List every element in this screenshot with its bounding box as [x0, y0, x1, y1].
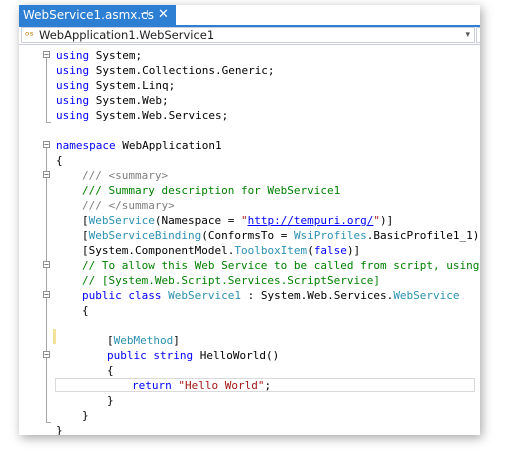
code-line: [WebServiceBinding(ConformsTo = WsiProfi… [82, 229, 480, 242]
code-line: using System.Linq; [56, 79, 176, 92]
code-editor-window: WebService1.asmx.cs ⊣ ✕ ᵒˢ WebApplication… [19, 5, 480, 435]
code-line: − namespace WebApplication1 [43, 139, 222, 152]
code-line: [WebService(Namespace = "http://tempuri.… [82, 214, 394, 227]
namespace-url-link[interactable]: http://tempuri.org/ [248, 214, 374, 227]
code-line: } [56, 424, 63, 435]
code-line: − using System; [43, 49, 143, 62]
tab-webservice1-asmx-cs[interactable]: WebService1.asmx.cs ⊣ ✕ [19, 5, 176, 25]
code-line: using System.Web; [56, 94, 169, 107]
code-line: [WebMethod] [107, 334, 180, 347]
code-line: } [82, 409, 89, 422]
code-line: { [82, 304, 89, 317]
code-line: − // To allow this Web Service to be cal… [43, 259, 480, 272]
tab-title: WebService1.asmx.cs [23, 8, 155, 22]
code-line: /// </summary> [82, 199, 175, 212]
member-dropdown[interactable] [476, 27, 480, 43]
code-line: using System.Web.Services; [56, 109, 229, 122]
collapse-icon[interactable]: − [43, 291, 50, 299]
code-area[interactable]: − using System; using System.Collections… [19, 45, 480, 435]
collapse-icon[interactable]: − [43, 261, 50, 269]
type-dropdown[interactable]: ᵒˢ WebApplication1.WebService1 ▾ [21, 27, 475, 43]
code-line: using System.Collections.Generic; [56, 64, 275, 77]
code-line: [System.ComponentModel.ToolboxItem(false… [82, 244, 361, 257]
navigation-bar: ᵒˢ WebApplication1.WebService1 ▾ [19, 27, 480, 45]
code-line: } [107, 394, 114, 407]
class-icon: ᵒˢ [25, 29, 34, 42]
code-line: // [System.Web.Script.Services.ScriptSer… [82, 274, 381, 287]
code-line: { [56, 154, 63, 167]
collapse-icon[interactable]: − [43, 351, 50, 359]
close-icon[interactable]: ✕ [158, 5, 169, 25]
code-line: − /// <summary> [43, 169, 169, 182]
pin-icon[interactable]: ⊣ [140, 5, 149, 25]
code-line: − public class WebService1 : System.Web.… [43, 289, 460, 302]
code-line: /// Summary description for WebService1 [82, 184, 341, 197]
collapse-icon[interactable]: − [43, 141, 50, 149]
document-tab-bar: WebService1.asmx.cs ⊣ ✕ [19, 5, 480, 27]
collapse-icon[interactable]: − [43, 171, 50, 179]
chevron-down-icon: ▾ [465, 30, 470, 40]
code-line-current: return "Hello World"; [19, 378, 480, 393]
code-line: − public string HelloWorld() [43, 349, 280, 362]
collapse-icon[interactable]: − [43, 51, 50, 59]
type-dropdown-label: WebApplication1.WebService1 [39, 28, 215, 42]
code-line: { [107, 364, 114, 377]
